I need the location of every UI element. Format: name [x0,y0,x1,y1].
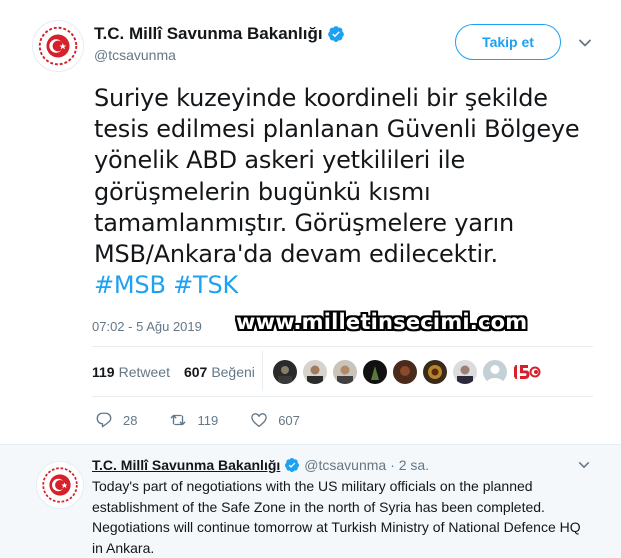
account-name[interactable]: T.C. Millî Savunma Bakanlığı [94,24,345,44]
person-photo-icon [453,360,477,384]
chevron-down-icon[interactable] [578,36,592,50]
liker-avatars [273,360,541,384]
liker-avatar[interactable] [393,360,417,384]
tweet-line: tesis edilmesi planlanan Güvenli Bölgeye [94,115,580,144]
person-photo-icon [273,360,297,384]
reply-time[interactable]: · 2 sa. [390,457,429,473]
person-photo-icon [333,360,357,384]
watermark-text: www.milletinsecimi.com [236,310,528,334]
default-avatar-icon [483,360,507,384]
liker-avatar[interactable] [513,360,541,384]
tweet-text: Suriye kuzeyinde koordineli bir şekilde … [94,83,606,301]
stats-divider [262,351,263,391]
reply-header: T.C. Millî Savunma Bakanlığı @tcsavunma … [92,457,429,473]
liker-avatar[interactable] [423,360,447,384]
heart-icon [251,413,268,428]
liker-avatar[interactable] [453,360,477,384]
liker-avatar[interactable] [363,360,387,384]
tweet-line: tamamlanmıştır. Görüşmelere yarın [94,208,514,237]
person-photo-icon [303,360,327,384]
divider [92,346,593,347]
verified-badge-icon [327,26,344,42]
divider [92,396,593,397]
reply-avatar[interactable] [36,461,84,509]
like-stat-count: 607 [183,364,208,380]
hashtag-links[interactable]: #MSB #TSK [94,270,606,301]
reply-account-name[interactable]: T.C. Millî Savunma Bakanlığı [92,457,280,473]
tweet-line: MSB/Ankara'da devam edilecektir. [94,240,498,269]
like-stat[interactable]: 607 Beğeni [184,364,255,380]
like-action[interactable]: 607 [250,411,300,429]
person-photo-icon [393,360,417,384]
engagement-stats: 119 Retweet 607 Beğeni [92,364,255,380]
tweet-timestamp[interactable]: 07:02 - 5 Ağu 2019 [92,319,202,334]
liker-avatar[interactable] [303,360,327,384]
account-avatar[interactable] [32,20,84,72]
reply-icon [96,412,112,428]
retweet-icon [171,414,186,426]
emblem-photo-icon [423,360,447,384]
retweet-count: 119 [197,412,219,428]
msb-emblem-icon [37,462,83,508]
tweet-line: yönelik ABD askeri yetkilileri ile [94,146,466,175]
reply-action[interactable]: 28 [95,411,137,429]
fifteen-logo-icon [514,365,541,379]
liker-avatar[interactable] [333,360,357,384]
retweet-action[interactable]: 119 [169,411,218,429]
chevron-down-icon[interactable] [578,459,590,471]
like-count: 607 [278,412,300,428]
reply-account-handle[interactable]: @tcsavunma [304,457,386,473]
verified-badge-icon [285,458,300,472]
account-handle[interactable]: @tcsavunma [94,47,176,63]
liker-avatar[interactable] [483,360,507,384]
tweet-line: görüşmelerin bugünkü kısmı [94,177,431,206]
reply-count: 28 [123,412,138,428]
dark-photo-icon [363,360,387,384]
retweet-stat-count: 119 [92,364,115,380]
like-stat-label: Beğeni [211,364,255,380]
retweet-stat[interactable]: 119 Retweet [92,364,170,380]
account-name-text[interactable]: T.C. Millî Savunma Bakanlığı [94,24,323,44]
follow-button[interactable]: Takip et [455,24,561,60]
msb-emblem-icon [33,21,83,71]
liker-avatar[interactable] [273,360,297,384]
reply-text: Today's part of negotiations with the US… [92,478,581,556]
tweet-line: Suriye kuzeyinde koordineli bir şekilde [94,84,548,112]
tweet-actions: 28 119 607 [95,411,332,429]
thread-reply-tweet[interactable]: T.C. Millî Savunma Bakanlığı @tcsavunma … [0,444,621,558]
retweet-stat-label: Retweet [118,364,170,380]
